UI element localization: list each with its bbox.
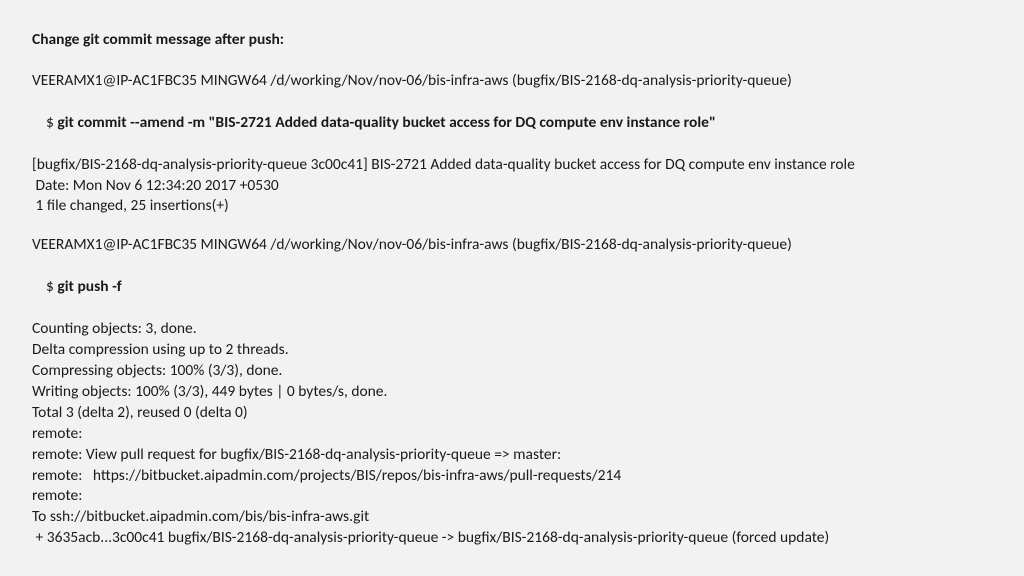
shell-prompt: VEERAMX1@IP-AC1FBC35 MINGW64 /d/working/… xyxy=(32,235,992,256)
output-line: 1 file changed, 25 insertions(+) xyxy=(32,196,992,217)
output-line: Delta compression using up to 2 threads. xyxy=(32,340,992,361)
output-line: remote: https://bitbucket.aipadmin.com/p… xyxy=(32,466,992,487)
prompt-symbol: $ xyxy=(46,277,57,296)
shell-prompt: VEERAMX1@IP-AC1FBC35 MINGW64 /d/working/… xyxy=(32,71,992,92)
git-amend-command: git commit --amend -m "BIS-2721 Added da… xyxy=(57,113,715,132)
terminal-block-amend: VEERAMX1@IP-AC1FBC35 MINGW64 /d/working/… xyxy=(32,71,992,217)
page-title: Change git commit message after push: xyxy=(32,30,992,51)
command-line: $ git push -f xyxy=(32,256,992,319)
command-line: $ git commit --amend -m "BIS-2721 Added … xyxy=(32,92,992,155)
output-line: Date: Mon Nov 6 12:34:20 2017 +0530 xyxy=(32,176,992,197)
output-line: To ssh://bitbucket.aipadmin.com/bis/bis-… xyxy=(32,507,992,528)
output-line: remote: View pull request for bugfix/BIS… xyxy=(32,445,992,466)
output-line: Total 3 (delta 2), reused 0 (delta 0) xyxy=(32,403,992,424)
terminal-block-push: VEERAMX1@IP-AC1FBC35 MINGW64 /d/working/… xyxy=(32,235,992,549)
output-line: + 3635acb...3c00c41 bugfix/BIS-2168-dq-a… xyxy=(32,528,992,549)
output-line: Compressing objects: 100% (3/3), done. xyxy=(32,361,992,382)
output-line: remote: xyxy=(32,424,992,445)
git-push-command: git push -f xyxy=(57,277,121,296)
prompt-symbol: $ xyxy=(46,113,57,132)
output-line: [bugfix/BIS-2168-dq-analysis-priority-qu… xyxy=(32,155,992,176)
output-line: Counting objects: 3, done. xyxy=(32,319,992,340)
output-line: remote: xyxy=(32,486,992,507)
output-line: Writing objects: 100% (3/3), 449 bytes |… xyxy=(32,382,992,403)
